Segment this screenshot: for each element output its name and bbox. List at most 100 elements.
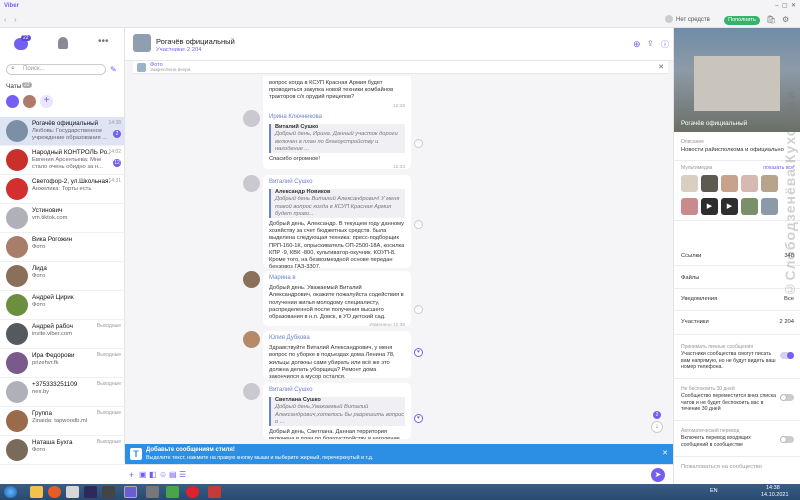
reaction-heart-icon[interactable]: ♥ [414, 348, 423, 357]
chat-list-item[interactable]: Народный КОНТРОЛЬ Ро... Евгения Арсентьев… [0, 146, 125, 175]
media-thumbnail[interactable] [681, 175, 698, 192]
message-sender[interactable]: Марина в [269, 275, 405, 282]
media-thumbnail[interactable] [701, 175, 718, 192]
explorer-icon[interactable] [30, 486, 43, 498]
reaction-button[interactable]: ♡ [414, 139, 423, 148]
chats-count: 22 [22, 82, 32, 88]
auto-translate-toggle[interactable] [780, 436, 794, 443]
language-indicator[interactable]: EN [710, 488, 718, 494]
app-icon[interactable] [102, 486, 115, 498]
close-icon[interactable]: ✕ [662, 449, 668, 457]
chat-list-item[interactable]: +375333251109 nex.by Выходные [0, 378, 125, 407]
add-icon[interactable]: + [129, 470, 134, 480]
scroll-down-icon[interactable]: ↓ [651, 421, 663, 433]
contacts-icon[interactable] [58, 37, 68, 49]
chat-title[interactable]: Рогачёв официальный [156, 37, 235, 46]
chat-list-item[interactable]: Рогачёв официальный Любовь: Государственн… [0, 117, 125, 146]
notifications-label[interactable]: Уведомления [681, 296, 717, 302]
quoted-message[interactable]: Александр Новиков Добрый день Виталий Але… [269, 189, 405, 219]
add-folder-icon[interactable]: + [40, 95, 53, 108]
chat-list-item[interactable]: Вика Рогожин Фото [0, 233, 125, 262]
chat-list-item[interactable]: Наташа Бухга Фото Выходные [0, 436, 125, 465]
sticker-icon[interactable]: ▤ [169, 470, 177, 479]
message-sender[interactable]: Юлия Дубкова [269, 335, 405, 342]
firefox-icon[interactable] [48, 486, 61, 498]
info-icon[interactable]: ⓘ [661, 39, 669, 50]
chat-avatar[interactable] [133, 34, 151, 52]
message[interactable]: Марина в Добрый день. Уважаемый Виталий … [263, 271, 411, 328]
sender-avatar[interactable] [243, 271, 260, 288]
sender-avatar[interactable] [243, 110, 260, 127]
message[interactable]: Юлия Дубкова Здравствуйте Виталий Алекса… [263, 331, 411, 388]
sender-avatar[interactable] [243, 175, 260, 192]
folder-avatar[interactable] [23, 95, 36, 108]
window-controls[interactable]: – ▢ ✕ [775, 2, 796, 9]
chat-list-item[interactable]: Лида Фото [0, 262, 125, 291]
chat-list-item[interactable]: Светофор-2, ул.Школьная... Анжелика: Торт… [0, 175, 125, 204]
emoji-icon[interactable]: ☺ [159, 470, 167, 479]
media-thumbnail[interactable] [761, 175, 778, 192]
photoshop-icon[interactable] [84, 486, 97, 498]
quoted-message[interactable]: Светлана Сушко Добрый день,Уважаемый Вита… [269, 397, 405, 427]
top-up-button[interactable]: Пополнить [724, 16, 760, 25]
media-thumbnail[interactable] [721, 175, 738, 192]
viber-taskbar-icon[interactable] [124, 486, 137, 498]
app-icon[interactable] [208, 486, 221, 498]
reaction-button[interactable]: ♡ [414, 305, 423, 314]
message[interactable]: Виталий Сушко Светлана Сушко Добрый день,… [263, 383, 411, 439]
new-chat-icon[interactable]: ✎ [110, 65, 117, 74]
poll-icon[interactable]: ☰ [179, 470, 186, 479]
app-icon[interactable] [166, 486, 179, 498]
opera-icon[interactable] [186, 486, 199, 498]
back-arrow-icon[interactable]: ‹ [4, 15, 7, 24]
store-icon[interactable]: 🛍 [766, 15, 776, 24]
chat-list-item[interactable]: Группа Zinaida: tapwoodb.ml Выходные [0, 407, 125, 436]
all-chats-filter-icon[interactable] [6, 95, 19, 108]
mute-toggle[interactable] [780, 394, 794, 401]
links-label[interactable]: Ссылки [681, 253, 701, 259]
start-button-icon[interactable] [4, 486, 17, 498]
message-sender[interactable]: Ирина Ключникова [269, 114, 405, 121]
chat-list-item[interactable]: Андрей Цирик Фото [0, 291, 125, 320]
gear-icon[interactable]: ⚙ [782, 15, 789, 24]
chat-list-item[interactable]: Устинович vm.tiktok.com [0, 204, 125, 233]
close-icon[interactable]: ✕ [658, 63, 664, 71]
chat-list-item[interactable]: Андрей рабоч invite.viber.com Выходные [0, 320, 125, 349]
media-thumbnail[interactable] [741, 198, 758, 215]
share-icon[interactable]: ⇪ [647, 39, 654, 48]
more-icon[interactable]: ••• [98, 36, 109, 47]
chat-preview: Фото [32, 302, 46, 308]
forward-arrow-icon[interactable]: › [14, 15, 17, 24]
message[interactable]: Ирина Ключникова Виталий Сушко Добрый ден… [263, 110, 411, 170]
members-label[interactable]: Участники [681, 319, 709, 325]
message[interactable]: Виталий Сушко Александр Новиков Добрый де… [263, 175, 411, 278]
participants-count[interactable]: Участники: 2 204 [156, 47, 201, 53]
video-play-icon[interactable]: ▶ [721, 198, 738, 215]
gif-icon[interactable]: ◧ [149, 470, 157, 479]
clock-date[interactable]: 14.10.2021 [761, 492, 789, 498]
add-participant-icon[interactable]: ⊕ [633, 39, 641, 50]
clock-time[interactable]: 14:38 [766, 485, 780, 491]
app-icon[interactable] [146, 486, 159, 498]
message-sender[interactable]: Виталий Сушко [269, 387, 405, 394]
search-input[interactable]: ⌕ Поиск... [6, 64, 106, 75]
report-link[interactable]: Пожаловаться на сообщество [681, 464, 762, 470]
media-thumbnail[interactable] [741, 175, 758, 192]
media-thumbnail[interactable] [761, 198, 778, 215]
quoted-message[interactable]: Виталий Сушко Добрый день, Ирина. Данный … [269, 124, 405, 154]
files-label[interactable]: Файлы [681, 275, 699, 281]
message-sender[interactable]: Виталий Сушко [269, 179, 405, 186]
video-play-icon[interactable]: ▶ [701, 198, 718, 215]
chat-list-item[interactable]: Ира Федорови prizehvr.fk Выходные [0, 349, 125, 378]
avatar[interactable] [665, 15, 673, 23]
notepad-icon[interactable] [66, 486, 79, 498]
sender-avatar[interactable] [243, 331, 260, 348]
sender-avatar[interactable] [243, 383, 260, 400]
private-messages-toggle[interactable] [780, 352, 794, 359]
pinned-message[interactable]: Фото Закреплено вчера ✕ [133, 61, 668, 74]
send-button[interactable]: ➤ [651, 468, 665, 482]
media-thumbnail[interactable] [681, 198, 698, 215]
reaction-heart-icon[interactable]: ♥ [414, 414, 423, 423]
image-icon[interactable]: ▣ [139, 470, 147, 479]
reaction-button[interactable]: ♡ [414, 220, 423, 229]
